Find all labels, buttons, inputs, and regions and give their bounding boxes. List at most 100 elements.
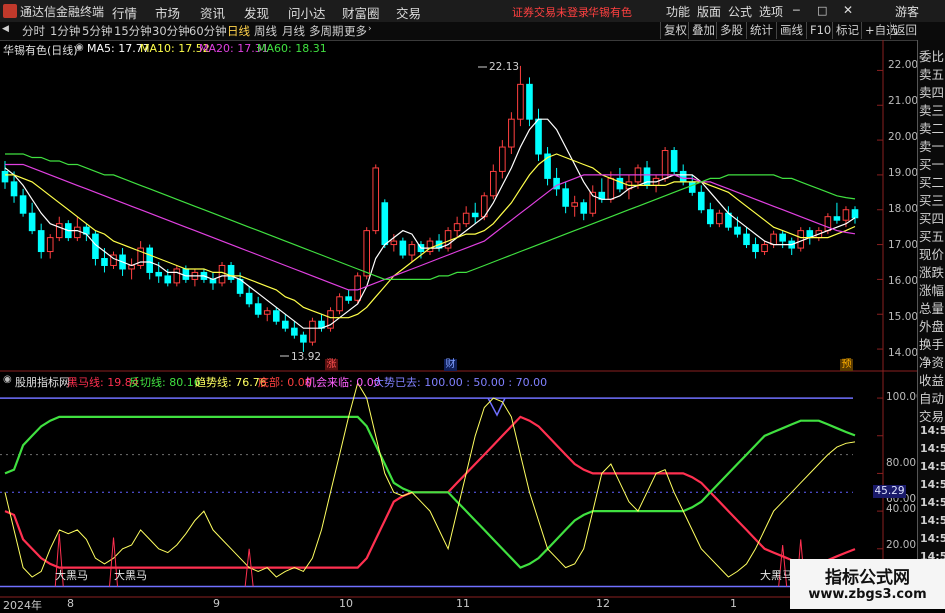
panel-sell2[interactable]: 卖二 <box>919 118 944 137</box>
close-icon[interactable]: ✕ <box>843 3 853 17</box>
candle-body <box>164 275 172 284</box>
candle-body <box>399 240 407 256</box>
panel-sell1[interactable]: 卖一 <box>919 136 944 155</box>
menu-hangqing[interactable]: 行情 <box>112 3 137 22</box>
candle-body <box>46 237 54 253</box>
candle-body <box>146 247 153 273</box>
menu-wenxiaoda[interactable]: 问小达 <box>288 3 326 22</box>
finance-marker[interactable]: 财 <box>444 359 457 371</box>
duogu-button[interactable]: 多股 <box>716 22 746 39</box>
tab-5min[interactable]: 5分钟 <box>82 23 112 39</box>
tab-fenshi[interactable]: 分时 <box>22 23 45 39</box>
tab-30min[interactable]: 30分钟 <box>152 23 190 39</box>
tick-time: 14:56 <box>920 514 945 527</box>
panel-buy4[interactable]: 买四 <box>919 208 944 227</box>
more-chevron-icon[interactable]: › <box>368 24 372 34</box>
tab-weekly[interactable]: 周线 <box>254 23 277 39</box>
menu-xuanxiang[interactable]: 选项 <box>759 3 783 20</box>
tab-monthly[interactable]: 月线 <box>282 23 305 39</box>
x-tick: 10 <box>339 597 353 610</box>
candle-body <box>499 146 506 172</box>
menu-shichang[interactable]: 市场 <box>155 3 180 22</box>
indicator-settings-icon[interactable]: ◉ <box>3 374 12 385</box>
candle-body <box>381 202 389 246</box>
candle-body <box>743 233 750 246</box>
panel-current-price[interactable]: 现价 <box>919 244 944 263</box>
menu-banmian[interactable]: 版面 <box>697 3 721 20</box>
indicator-name[interactable]: 股朋指标网 <box>15 374 70 390</box>
tab-1min[interactable]: 1分钟 <box>50 23 80 39</box>
price-tick: 20.00 <box>888 131 919 143</box>
panel-buy5[interactable]: 买五 <box>919 226 944 245</box>
tick-time: 14:56 <box>920 532 945 545</box>
panel-buy2[interactable]: 买二 <box>919 172 944 191</box>
limit-up-marker[interactable]: 涨 <box>325 359 338 371</box>
candle-body <box>779 233 786 242</box>
panel-sell3[interactable]: 卖三 <box>919 100 944 119</box>
menu-gongneng[interactable]: 功能 <box>666 3 690 20</box>
candle-body <box>336 296 343 312</box>
candle-body <box>263 310 271 315</box>
panel-turnover[interactable]: 换手 <box>919 334 944 353</box>
back-button[interactable]: 返回 <box>890 22 920 39</box>
panel-sell5[interactable]: 卖五 <box>919 64 944 83</box>
huaxian-button[interactable]: 画线 <box>776 22 806 39</box>
panel-net-assets[interactable]: 净资 <box>919 352 944 371</box>
biaoji-button[interactable]: 标记 <box>832 22 862 39</box>
panel-auto[interactable]: 自动 <box>919 388 944 407</box>
tab-multi-period[interactable]: 多周期 <box>309 23 344 39</box>
panel-change[interactable]: 涨跌 <box>919 262 944 281</box>
indicator-tick: 80.00 <box>886 457 917 469</box>
tab-more[interactable]: 更多 <box>344 23 367 39</box>
price-tick: 19.00 <box>888 167 919 179</box>
candle-body <box>291 327 298 336</box>
maximize-icon[interactable]: □ <box>817 4 827 17</box>
price-tick: 21.00 <box>888 95 919 107</box>
kline-chart-canvas[interactable]: 22.13 13.92 <box>0 40 945 609</box>
candle-body <box>254 303 262 315</box>
candle-body <box>453 223 461 232</box>
price-gridlines <box>877 69 883 350</box>
panel-trade[interactable]: 交易 <box>919 406 944 425</box>
tab-15min[interactable]: 15分钟 <box>114 23 152 39</box>
trade-login-status[interactable]: 证券交易未登录 <box>512 4 589 20</box>
panel-change-pct[interactable]: 涨幅 <box>919 280 944 299</box>
tab-scroll-left-icon[interactable]: ◀ <box>2 24 9 34</box>
candle-body <box>562 188 569 207</box>
candle-body <box>535 118 542 155</box>
fuquan-button[interactable]: 复权 <box>660 22 690 39</box>
candle-body <box>272 310 280 322</box>
high-price-label: 22.13 <box>489 61 519 73</box>
diejia-button[interactable]: 叠加 <box>688 22 718 39</box>
user-label[interactable]: 游客 <box>895 3 919 20</box>
ma-dropdown-icon[interactable]: ◉ <box>75 42 84 53</box>
panel-weibi[interactable]: 委比 <box>919 46 944 65</box>
candle-body <box>19 195 27 214</box>
tab-60min[interactable]: 60分钟 <box>189 23 227 39</box>
menu-faxian[interactable]: 发现 <box>244 3 269 22</box>
panel-earnings[interactable]: 收益 <box>919 370 944 389</box>
menu-zixun[interactable]: 资讯 <box>200 3 225 22</box>
x-tick: 8 <box>67 597 74 610</box>
minimize-icon[interactable]: ─ <box>793 4 800 17</box>
tab-daily[interactable]: 日线 <box>227 23 250 39</box>
low-annotation: 13.92 <box>280 351 321 363</box>
x-tick: 2024年 <box>3 599 42 612</box>
menu-gongshi[interactable]: 公式 <box>728 3 752 20</box>
panel-volume[interactable]: 总量 <box>919 298 944 317</box>
tongji-button[interactable]: 统计 <box>746 22 776 39</box>
panel-buy1[interactable]: 买一 <box>919 154 944 173</box>
panel-sell4[interactable]: 卖四 <box>919 82 944 101</box>
forecast-marker[interactable]: 预 <box>840 359 853 371</box>
x-tick: 9 <box>213 597 220 610</box>
menu-caifuquan[interactable]: 财富圈 <box>342 3 380 22</box>
candle-body <box>489 170 497 197</box>
panel-outer-volume[interactable]: 外盘 <box>919 316 944 335</box>
f10-button[interactable]: F10 <box>806 22 834 39</box>
panel-buy3[interactable]: 买三 <box>919 190 944 209</box>
candle-body <box>734 226 741 235</box>
candle-body <box>390 240 398 246</box>
watermark-title: 指标公式网 <box>825 568 910 588</box>
indicator-current-label: 45.29 <box>873 485 906 498</box>
menu-jiaoyi[interactable]: 交易 <box>396 3 421 22</box>
